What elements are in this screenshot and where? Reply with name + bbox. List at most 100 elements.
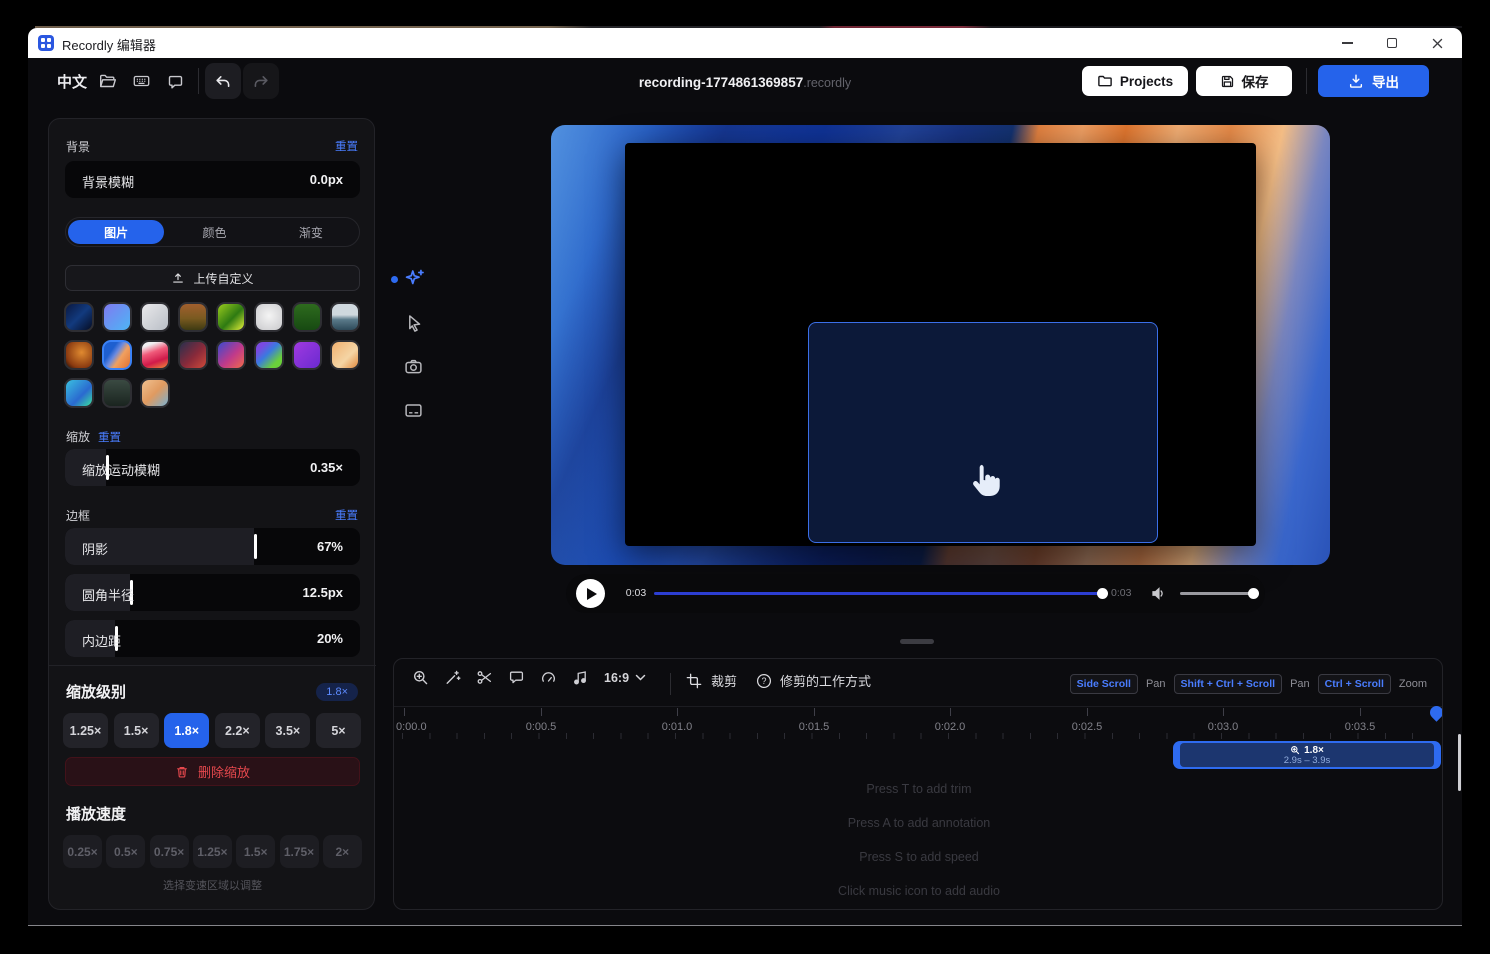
trash-icon [175,765,189,779]
audio-tool[interactable] [572,669,589,686]
ruler-label: 0:01.0 [662,721,693,733]
maximize-icon [1387,38,1397,48]
tab-gradient[interactable]: 渐变 [263,218,359,246]
trim-help-link[interactable]: ? 修剪的工作方式 [756,671,871,690]
progress-bar[interactable] [654,592,1100,595]
background-thumbnail[interactable] [254,302,284,332]
volume-icon[interactable] [1150,585,1168,607]
background-thumbnail[interactable] [178,340,208,370]
upload-custom-button[interactable]: 上传自定义 [65,265,360,291]
toolbar-divider-2 [1306,68,1307,94]
speed-option[interactable]: 1.5× [236,835,275,868]
aspect-ratio-dropdown[interactable]: 16:9 [604,671,646,685]
ai-effects-tool[interactable] [403,267,426,295]
app-logo-icon [38,35,54,51]
background-thumbnail-selected[interactable] [102,340,132,370]
current-time: 0:03 [622,587,650,599]
zoom-level-option[interactable]: 1.5× [114,713,159,748]
background-thumbnail[interactable] [102,378,132,408]
background-thumbnail[interactable] [330,302,360,332]
background-thumbnail[interactable] [140,378,170,408]
maximize-button[interactable] [1371,28,1413,58]
corner-radius-slider[interactable]: 圆角半径 12.5px [65,574,360,611]
projects-button[interactable]: Projects [1082,66,1188,96]
timeline-toolbar-divider [670,673,671,695]
zoom-motion-blur-slider[interactable]: 缩放运动模糊 0.35× [65,449,360,486]
volume-handle[interactable] [1248,588,1259,599]
subtitle-card-icon [404,401,423,420]
tab-color[interactable]: 颜色 [166,218,262,246]
download-icon [1348,73,1364,89]
background-thumbnail[interactable] [330,340,360,370]
slider-handle[interactable] [254,534,257,559]
background-blur-value: 0.0px [310,172,343,187]
background-thumbnail[interactable] [64,378,94,408]
screenshot-tool[interactable] [404,357,423,381]
background-thumbnail[interactable] [216,302,246,332]
speed-option[interactable]: 1.25× [193,835,232,868]
zoom-level-option[interactable]: 2.2× [215,713,260,748]
background-thumbnail[interactable] [216,340,246,370]
ruler-label: 0:00.5 [526,721,557,733]
projects-folder-icon [1097,73,1113,89]
zoom-level-option[interactable]: 5× [316,713,361,748]
zoom-reset-link[interactable]: 重置 [98,429,121,445]
background-thumbnail[interactable] [64,302,94,332]
zoom-level-option-active[interactable]: 1.8× [164,713,209,748]
title-bar [28,28,1462,58]
padding-slider[interactable]: 内边距 20% [65,620,360,657]
play-button[interactable] [576,579,605,608]
shadow-slider[interactable]: 阴影 67% [65,528,360,565]
close-button[interactable] [1416,28,1458,58]
filename-extension: .recordly [803,76,851,90]
caption-tool[interactable] [404,401,423,425]
export-button[interactable]: 导出 [1318,65,1429,97]
timeline-zoom-block[interactable]: 1.8× 2.9s – 3.9s [1173,741,1441,769]
save-button[interactable]: 保存 [1196,66,1292,96]
background-thumbnail[interactable] [102,302,132,332]
background-blur-slider[interactable]: 背景模糊 0.0px [65,161,360,198]
speed-option[interactable]: 1.75× [280,835,319,868]
background-thumbnail[interactable] [178,302,208,332]
zoom-in-icon [412,669,429,686]
upload-icon [171,271,185,285]
tab-image[interactable]: 图片 [68,220,164,244]
background-section-title: 背景 [66,138,90,155]
background-thumbnail[interactable] [140,340,170,370]
trim-tool[interactable] [476,669,493,686]
timeline-ruler[interactable]: 0:00.0 0:00.5 0:01.0 0:01.5 0:02.0 0:02.… [394,706,1443,738]
panel-drag-handle[interactable] [900,639,934,644]
background-thumbnail[interactable] [140,302,170,332]
cursor-tool[interactable] [404,313,424,338]
total-time: 0:03 [1111,587,1131,599]
background-thumbnail[interactable] [292,340,322,370]
progress-handle[interactable] [1097,588,1108,599]
speed-option[interactable]: 0.75× [150,835,189,868]
speed-option[interactable]: 2× [323,835,362,868]
zoom-block-label: 1.8× [1304,745,1324,756]
background-thumbnail[interactable] [64,340,94,370]
crop-button[interactable]: 裁剪 [686,671,737,690]
delete-zoom-button[interactable]: 删除缩放 [65,757,360,786]
zoom-level-title: 缩放级别 [66,681,126,702]
auto-edit-tool[interactable] [444,669,461,686]
svg-text:?: ? [762,676,767,686]
background-type-tabs: 图片 颜色 渐变 [65,217,360,247]
volume-slider[interactable] [1180,592,1254,595]
chevron-down-icon [635,674,646,681]
background-thumbnail[interactable] [254,340,284,370]
minimize-button[interactable] [1326,28,1368,58]
zoom-level-option[interactable]: 1.25× [63,713,108,748]
speed-option[interactable]: 0.5× [106,835,145,868]
speed-tool[interactable] [540,669,557,686]
speed-option[interactable]: 0.25× [63,835,102,868]
zoom-block-magnifier-icon [1290,745,1300,755]
zoom-level-option[interactable]: 3.5× [265,713,310,748]
border-reset-link[interactable]: 重置 [335,507,358,523]
background-thumbnail[interactable] [292,302,322,332]
vertical-scrollbar[interactable] [1458,734,1461,791]
shortcut-action: Zoom [1399,678,1427,690]
background-reset-link[interactable]: 重置 [335,138,358,154]
annotation-tool[interactable] [508,669,525,686]
timeline-zoom-tool[interactable] [412,669,429,686]
